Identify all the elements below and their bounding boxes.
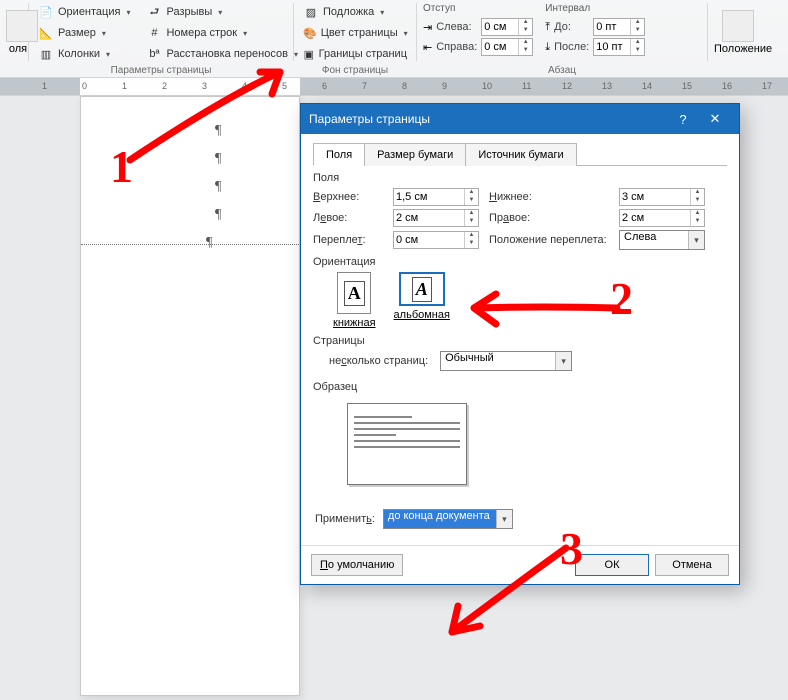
tab-paper-source[interactable]: Источник бумаги — [465, 143, 576, 166]
section-orientation: Ориентация — [313, 256, 727, 268]
label: До: — [554, 21, 589, 33]
right-margin-input[interactable]: ▲▼ — [619, 209, 705, 227]
close-button[interactable]: ✕ — [699, 105, 731, 133]
right-margin-label: Правое: — [489, 212, 609, 224]
left-margin-label: Левое: — [313, 212, 383, 224]
dialog-titlebar[interactable]: Параметры страницы ? ✕ — [301, 104, 739, 134]
dialog-title: Параметры страницы — [309, 112, 430, 126]
group-title: Абзац — [417, 65, 707, 76]
orientation-landscape[interactable]: A альбомная — [394, 272, 450, 329]
spacing-after-input[interactable]: ▲▼ — [593, 38, 645, 56]
page-borders-button[interactable]: ▣Границы страниц — [300, 44, 410, 64]
group-title: Фон страницы — [294, 65, 416, 76]
dialog-tabs: Поля Размер бумаги Источник бумаги — [313, 142, 727, 166]
columns-button[interactable]: ▥Колонки▾ — [35, 44, 133, 64]
apply-label: Применить: — [315, 513, 375, 525]
size-icon: 📐 — [38, 25, 54, 41]
tab-paper-size[interactable]: Размер бумаги — [364, 143, 466, 166]
gutter-label: Переплет: — [313, 234, 383, 246]
group-arrange: Положение — [708, 0, 788, 77]
group-paragraph: Отступ ⇥ Слева: ▲▼ ⇤ Справа: ▲▼ Интервал… — [417, 0, 707, 77]
columns-icon: ▥ — [38, 46, 54, 62]
left-margin-input[interactable]: ▲▼ — [393, 209, 479, 227]
watermark-button[interactable]: ▨Подложка▾ — [300, 2, 410, 22]
top-margin-label: Верхнее: — [313, 191, 383, 203]
line-numbers-icon: # — [146, 25, 162, 41]
label: Слева: — [436, 21, 477, 33]
default-button[interactable]: По умолчанию — [311, 554, 403, 576]
line-numbers-button[interactable]: #Номера строк▾ — [143, 23, 301, 43]
top-margin-input[interactable]: ▲▼ — [393, 188, 479, 206]
multi-pages-label: несколько страниц: — [329, 355, 428, 367]
page-color-button[interactable]: 🎨Цвет страницы▾ — [300, 23, 410, 43]
hyphenation-icon: bª — [146, 46, 162, 62]
section-sample: Образец — [313, 381, 727, 393]
orientation-icon: 📄 — [38, 4, 54, 20]
page-color-icon: 🎨 — [303, 25, 317, 41]
document-page[interactable]: ¶ ¶ ¶ ¶ ¶ — [80, 96, 300, 696]
bottom-margin-label: Нижнее: — [489, 191, 609, 203]
indent-right-icon: ⇤ — [423, 41, 432, 54]
breaks-button[interactable]: ⮐Разрывы▾ — [143, 2, 301, 22]
label: оля — [6, 43, 30, 55]
page-borders-icon: ▣ — [303, 46, 315, 62]
label: После: — [554, 41, 589, 53]
tab-fields[interactable]: Поля — [313, 143, 365, 166]
group-page-background: ▨Подложка▾ 🎨Цвет страницы▾ ▣Границы стра… — [294, 0, 416, 77]
section-fields: Поля — [313, 172, 727, 184]
group-title: Параметры страницы — [29, 65, 293, 76]
spacing-before-icon: ⤒ — [545, 21, 550, 34]
label: Справа: — [436, 41, 477, 53]
watermark-icon: ▨ — [303, 4, 319, 20]
ok-button[interactable]: ОК — [575, 554, 649, 576]
spacing-before-input[interactable]: ▲▼ — [593, 18, 645, 36]
group-fields-trunc: оля — [0, 0, 28, 77]
page-setup-dialog: Параметры страницы ? ✕ Поля Размер бумаг… — [300, 103, 740, 585]
orientation-button[interactable]: 📄Ориентация▾ — [35, 2, 133, 22]
gutter-pos-label: Положение переплета: — [489, 234, 609, 246]
group-page-setup: 📄Ориентация▾ 📐Размер▾ ▥Колонки▾ ⮐Разрывы… — [29, 0, 293, 77]
indent-head: Отступ — [423, 2, 533, 16]
gutter-input[interactable]: ▲▼ — [393, 231, 479, 249]
ribbon: оля 📄Ориентация▾ 📐Размер▾ ▥Колонки▾ ⮐Раз… — [0, 0, 788, 78]
breaks-icon: ⮐ — [146, 4, 162, 20]
help-button[interactable]: ? — [667, 105, 699, 133]
indent-right-input[interactable]: ▲▼ — [481, 38, 533, 56]
indent-left-icon: ⇥ — [423, 21, 432, 34]
apply-select[interactable]: до конца документа▾ — [383, 509, 513, 529]
size-button[interactable]: 📐Размер▾ — [35, 23, 133, 43]
orientation-portrait[interactable]: A книжная — [333, 272, 376, 329]
horizontal-ruler[interactable]: 10123456789101112131415161718 — [0, 78, 788, 96]
position-label: Положение — [714, 43, 762, 55]
indent-left-input[interactable]: ▲▼ — [481, 18, 533, 36]
section-pages: Страницы — [313, 335, 727, 347]
interval-head: Интервал — [545, 2, 645, 16]
cancel-button[interactable]: Отмена — [655, 554, 729, 576]
position-icon[interactable] — [722, 10, 754, 42]
spacing-after-icon: ⤓ — [545, 41, 550, 54]
multi-pages-select[interactable]: Обычный▾ — [440, 351, 572, 371]
preview-sample — [347, 403, 467, 485]
gutter-pos-select[interactable]: Слева▾ — [619, 230, 705, 250]
hyphenation-button[interactable]: bªРасстановка переносов▾ — [143, 44, 301, 64]
bottom-margin-input[interactable]: ▲▼ — [619, 188, 705, 206]
